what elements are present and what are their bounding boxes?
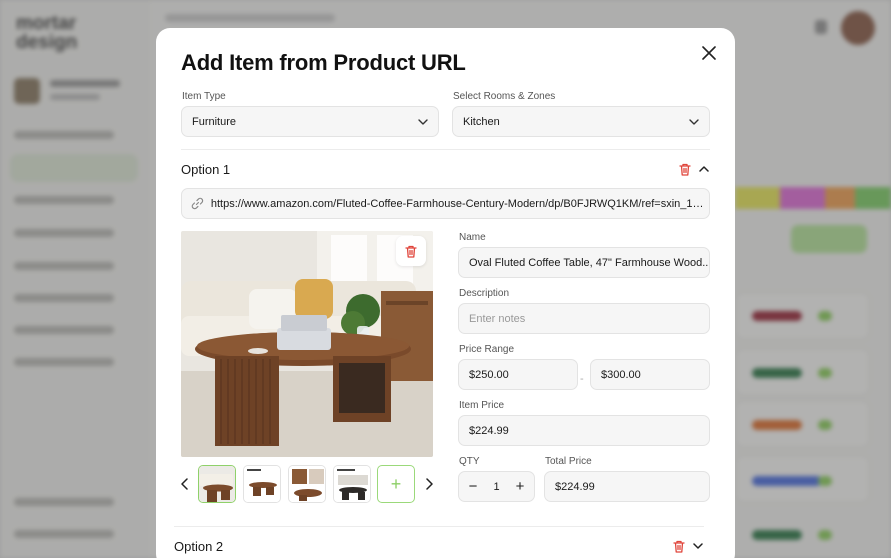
rooms-value: Kitchen [463,115,500,128]
image-thumbnail[interactable] [288,465,326,503]
item-price-input[interactable]: $224.99 [458,415,710,446]
divider [181,149,710,150]
divider [174,526,704,527]
name-label: Name [459,232,486,243]
qty-value[interactable]: 1 [493,481,499,493]
chevron-left-icon [180,478,188,490]
chevron-up-icon [699,166,709,172]
item-price-value: $224.99 [469,424,509,437]
price-min-value: $250.00 [469,368,509,381]
price-max-input[interactable]: $300.00 [590,359,710,390]
name-input[interactable]: Oval Fluted Coffee Table, 47" Farmhouse … [458,247,710,278]
description-placeholder: Enter notes [469,312,526,325]
add-item-modal: Add Item from Product URL Item Type Furn… [156,28,735,558]
prev-image-button[interactable] [178,477,190,491]
item-price-label: Item Price [459,400,505,411]
total-price-label: Total Price [545,456,592,467]
product-image [181,231,433,457]
total-price-value: $224.99 [555,480,595,493]
item-type-select[interactable]: Furniture [181,106,439,137]
link-icon [191,197,204,210]
item-type-label: Item Type [182,91,226,102]
qty-increase-button[interactable]: + [514,479,526,494]
total-price-field: $224.99 [544,471,710,502]
collapse-option-1-button[interactable] [697,162,711,176]
image-thumbnail[interactable] [243,465,281,503]
delete-image-button[interactable] [396,236,426,266]
modal-title: Add Item from Product URL [181,50,466,75]
quantity-stepper: − 1 + [458,471,535,502]
price-range-label: Price Range [459,344,515,355]
option-2-title: Option 2 [174,539,224,554]
price-min-input[interactable]: $250.00 [458,359,578,390]
trash-icon [673,540,685,553]
price-max-value: $300.00 [601,368,641,381]
close-icon [702,46,716,60]
trash-icon [679,163,691,176]
qty-decrease-button[interactable]: − [467,479,479,494]
image-thumbnail[interactable] [333,465,371,503]
product-url-value: https://www.amazon.com/Fluted-Coffee-Far… [210,197,709,210]
chevron-down-icon [693,543,703,549]
trash-icon [405,245,417,258]
price-range-separator: - [580,373,584,385]
chevron-down-icon [689,118,699,125]
chevron-down-icon [418,118,428,125]
delete-option-1-button[interactable] [678,162,692,176]
next-image-button[interactable] [423,477,435,491]
chevron-right-icon [425,478,433,490]
add-image-button[interactable]: + [377,465,415,503]
item-type-value: Furniture [192,115,237,128]
product-url-field[interactable]: https://www.amazon.com/Fluted-Coffee-Far… [181,188,710,219]
rooms-select[interactable]: Kitchen [452,106,710,137]
qty-label: QTY [459,456,480,467]
expand-option-2-button[interactable] [691,539,705,553]
name-value: Oval Fluted Coffee Table, 47" Farmhouse … [469,256,710,269]
rooms-label: Select Rooms & Zones [453,91,556,102]
image-thumbnail[interactable] [198,465,236,503]
delete-option-2-button[interactable] [672,539,686,553]
description-input[interactable]: Enter notes [458,303,710,334]
description-label: Description [459,288,510,299]
close-button[interactable] [699,43,719,63]
plus-icon: + [390,473,402,494]
option-1-title: Option 1 [181,162,231,177]
